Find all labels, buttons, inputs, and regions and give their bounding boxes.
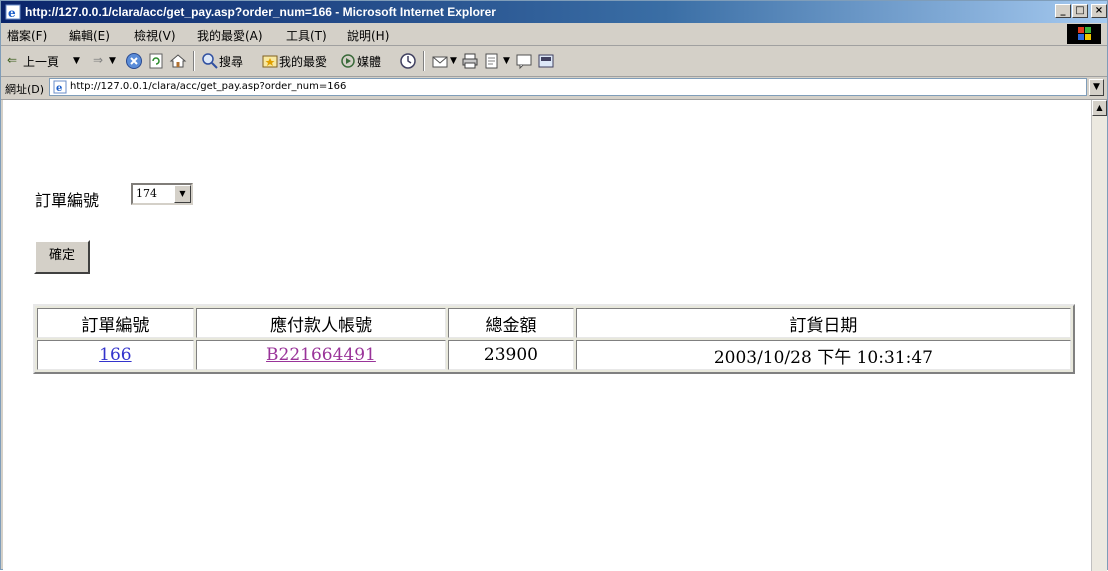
- order-number-link[interactable]: 166: [99, 345, 131, 365]
- menu-edit[interactable]: 編輯(E): [69, 27, 110, 44]
- table-header-row: 訂單編號 應付款人帳號 總金額 訂貨日期: [37, 308, 1071, 338]
- refresh-icon[interactable]: [147, 52, 165, 70]
- address-dropdown-icon[interactable]: ▼: [1089, 79, 1104, 96]
- windows-logo-icon: [1067, 24, 1101, 44]
- mail-icon[interactable]: [431, 52, 449, 70]
- search-icon[interactable]: [201, 52, 219, 70]
- address-bar: 網址(D) e http://127.0.0.1/clara/acc/get_p…: [1, 77, 1107, 100]
- media-button-label[interactable]: 媒體: [357, 53, 381, 70]
- edit-page-icon[interactable]: [483, 52, 501, 70]
- mail-dropdown-icon[interactable]: ▼: [450, 56, 457, 66]
- payer-account-link[interactable]: B221664491: [266, 345, 376, 365]
- close-button[interactable]: ×: [1091, 4, 1107, 18]
- payer-account-cell: B221664491: [195, 340, 447, 370]
- chevron-down-icon[interactable]: ▼: [174, 185, 191, 203]
- menu-view[interactable]: 檢視(V): [134, 27, 176, 44]
- menu-file[interactable]: 檔案(F): [7, 27, 47, 44]
- toolbar: ⇐ 上一頁 ▼ ⇒ ▼ 搜尋 我的最愛 媒體 ▼ ▼: [1, 46, 1107, 77]
- toolbar-separator: [423, 51, 425, 71]
- menu-help[interactable]: 說明(H): [347, 27, 389, 44]
- order-number-cell: 166: [37, 340, 194, 370]
- vertical-scrollbar[interactable]: ▲: [1091, 100, 1107, 571]
- menu-tools[interactable]: 工具(T): [286, 27, 327, 44]
- menu-bar: 檔案(F) 編輯(E) 檢視(V) 我的最愛(A) 工具(T) 說明(H): [1, 23, 1107, 46]
- back-dropdown-icon[interactable]: ▼: [73, 56, 80, 66]
- favorites-icon[interactable]: [261, 52, 279, 70]
- window-title: http://127.0.0.1/clara/acc/get_pay.asp?o…: [25, 5, 496, 19]
- table-row: 166 B221664491 23900 2003/10/28 下午 10:31…: [37, 340, 1071, 370]
- column-header: 訂貨日期: [575, 308, 1071, 338]
- column-header: 訂單編號: [37, 308, 194, 338]
- history-icon[interactable]: [399, 52, 417, 70]
- svg-text:e: e: [8, 6, 16, 20]
- maximize-button[interactable]: □: [1072, 4, 1088, 18]
- messenger-icon[interactable]: [537, 52, 555, 70]
- address-input[interactable]: e http://127.0.0.1/clara/acc/get_pay.asp…: [49, 78, 1087, 96]
- order-date-cell: 2003/10/28 下午 10:31:47: [575, 340, 1071, 370]
- confirm-button[interactable]: 確定: [34, 240, 90, 274]
- forward-arrow-icon[interactable]: ⇒: [93, 53, 103, 67]
- menu-favorites[interactable]: 我的最愛(A): [197, 27, 263, 44]
- order-number-select[interactable]: 174 ▼: [131, 183, 193, 205]
- scroll-up-icon[interactable]: ▲: [1092, 100, 1107, 116]
- back-button-label[interactable]: 上一頁: [23, 53, 59, 70]
- address-url: http://127.0.0.1/clara/acc/get_pay.asp?o…: [70, 81, 347, 92]
- orders-table: 訂單編號 應付款人帳號 總金額 訂貨日期 166 B221664491 2390…: [33, 304, 1075, 374]
- home-icon[interactable]: [169, 52, 187, 70]
- svg-text:e: e: [56, 83, 62, 94]
- page-icon: e: [53, 80, 67, 94]
- order-number-value: 174: [136, 187, 157, 200]
- discuss-icon[interactable]: [515, 52, 533, 70]
- stop-icon[interactable]: [125, 52, 143, 70]
- ie-window: e http://127.0.0.1/clara/acc/get_pay.asp…: [0, 0, 1108, 571]
- order-number-label: 訂單編號: [35, 191, 100, 210]
- back-arrow-icon[interactable]: ⇐: [7, 53, 17, 67]
- forward-dropdown-icon[interactable]: ▼: [109, 56, 116, 66]
- print-icon[interactable]: [461, 52, 479, 70]
- minimize-button[interactable]: _: [1055, 4, 1071, 18]
- ie-page-icon: e: [5, 4, 21, 20]
- toolbar-separator: [193, 51, 195, 71]
- address-label: 網址(D): [5, 83, 45, 96]
- title-bar: e http://127.0.0.1/clara/acc/get_pay.asp…: [1, 1, 1107, 23]
- total-amount-cell: 23900: [448, 340, 574, 370]
- search-button-label[interactable]: 搜尋: [219, 53, 243, 70]
- media-icon[interactable]: [339, 52, 357, 70]
- column-header: 應付款人帳號: [195, 308, 447, 338]
- favorites-button-label[interactable]: 我的最愛: [279, 53, 327, 70]
- column-header: 總金額: [448, 308, 574, 338]
- edit-dropdown-icon[interactable]: ▼: [503, 56, 510, 66]
